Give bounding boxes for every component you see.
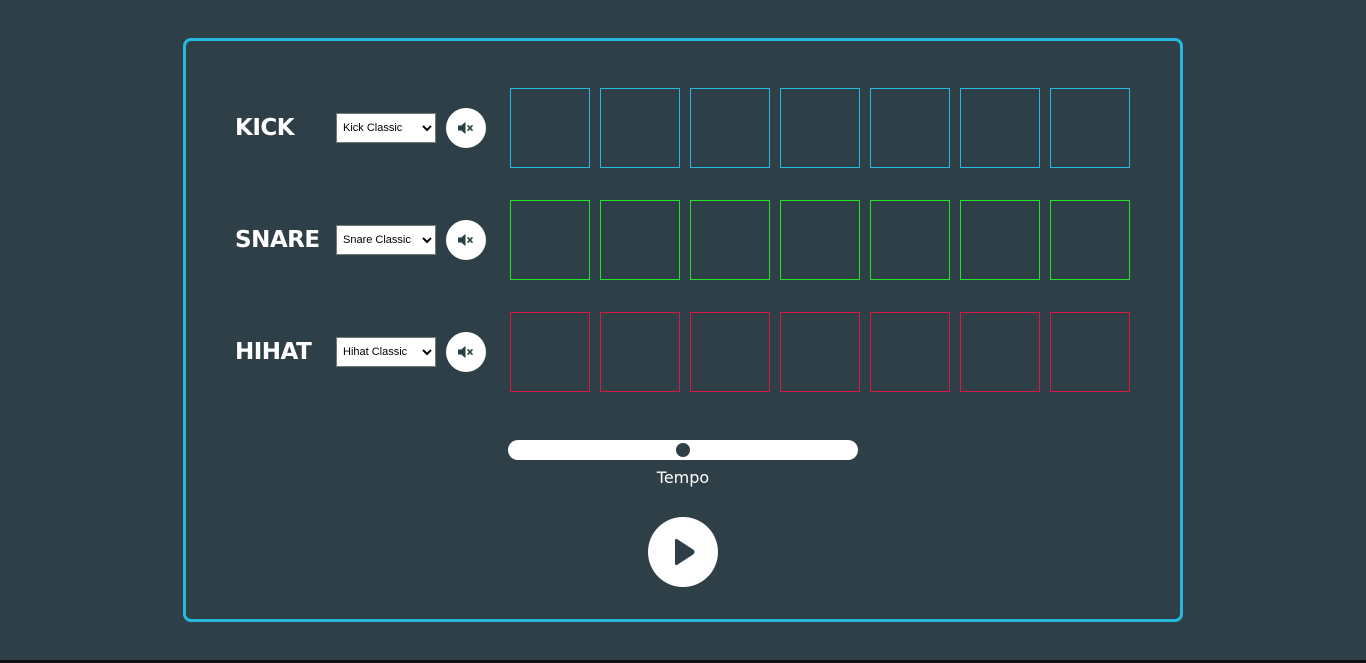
volume-mute-icon xyxy=(458,122,473,134)
kick-mute-button[interactable] xyxy=(446,108,486,148)
pad[interactable] xyxy=(780,88,860,168)
track-label: KICK xyxy=(235,115,295,141)
pad[interactable] xyxy=(690,88,770,168)
tempo-label: Tempo xyxy=(656,468,710,487)
pad[interactable] xyxy=(510,88,590,168)
pad[interactable] xyxy=(690,312,770,392)
hihat-mute-button[interactable] xyxy=(446,332,486,372)
play-icon xyxy=(675,538,695,566)
snare-mute-button[interactable] xyxy=(446,220,486,260)
tempo-control: Tempo xyxy=(508,440,858,487)
play-button[interactable] xyxy=(648,517,718,587)
volume-mute-icon xyxy=(458,234,473,246)
track-label: HIHAT xyxy=(235,339,312,365)
pad[interactable] xyxy=(1050,88,1130,168)
pad[interactable] xyxy=(600,200,680,280)
sequencer-panel: KICK Kick Classic SNARE Snare Classic HI… xyxy=(183,38,1183,622)
pad[interactable] xyxy=(1050,200,1130,280)
pad[interactable] xyxy=(600,88,680,168)
tempo-slider-thumb[interactable] xyxy=(676,443,690,457)
pad[interactable] xyxy=(870,88,950,168)
pad[interactable] xyxy=(510,200,590,280)
track-label: SNARE xyxy=(235,227,320,253)
kick-sound-select[interactable]: Kick Classic xyxy=(336,113,436,143)
pad[interactable] xyxy=(960,88,1040,168)
track-snare: SNARE Snare Classic xyxy=(186,200,1180,280)
hihat-sound-select[interactable]: Hihat Classic xyxy=(336,337,436,367)
pad[interactable] xyxy=(870,312,950,392)
track-hihat: HIHAT Hihat Classic xyxy=(186,312,1180,392)
pad[interactable] xyxy=(600,312,680,392)
pad[interactable] xyxy=(780,312,860,392)
pad[interactable] xyxy=(960,200,1040,280)
pad[interactable] xyxy=(780,200,860,280)
pad[interactable] xyxy=(960,312,1040,392)
track-kick: KICK Kick Classic xyxy=(186,88,1180,168)
tempo-slider[interactable] xyxy=(508,440,858,460)
pad[interactable] xyxy=(510,312,590,392)
pad[interactable] xyxy=(690,200,770,280)
snare-sound-select[interactable]: Snare Classic xyxy=(336,225,436,255)
pad[interactable] xyxy=(1050,312,1130,392)
pad[interactable] xyxy=(870,200,950,280)
volume-mute-icon xyxy=(458,346,473,358)
